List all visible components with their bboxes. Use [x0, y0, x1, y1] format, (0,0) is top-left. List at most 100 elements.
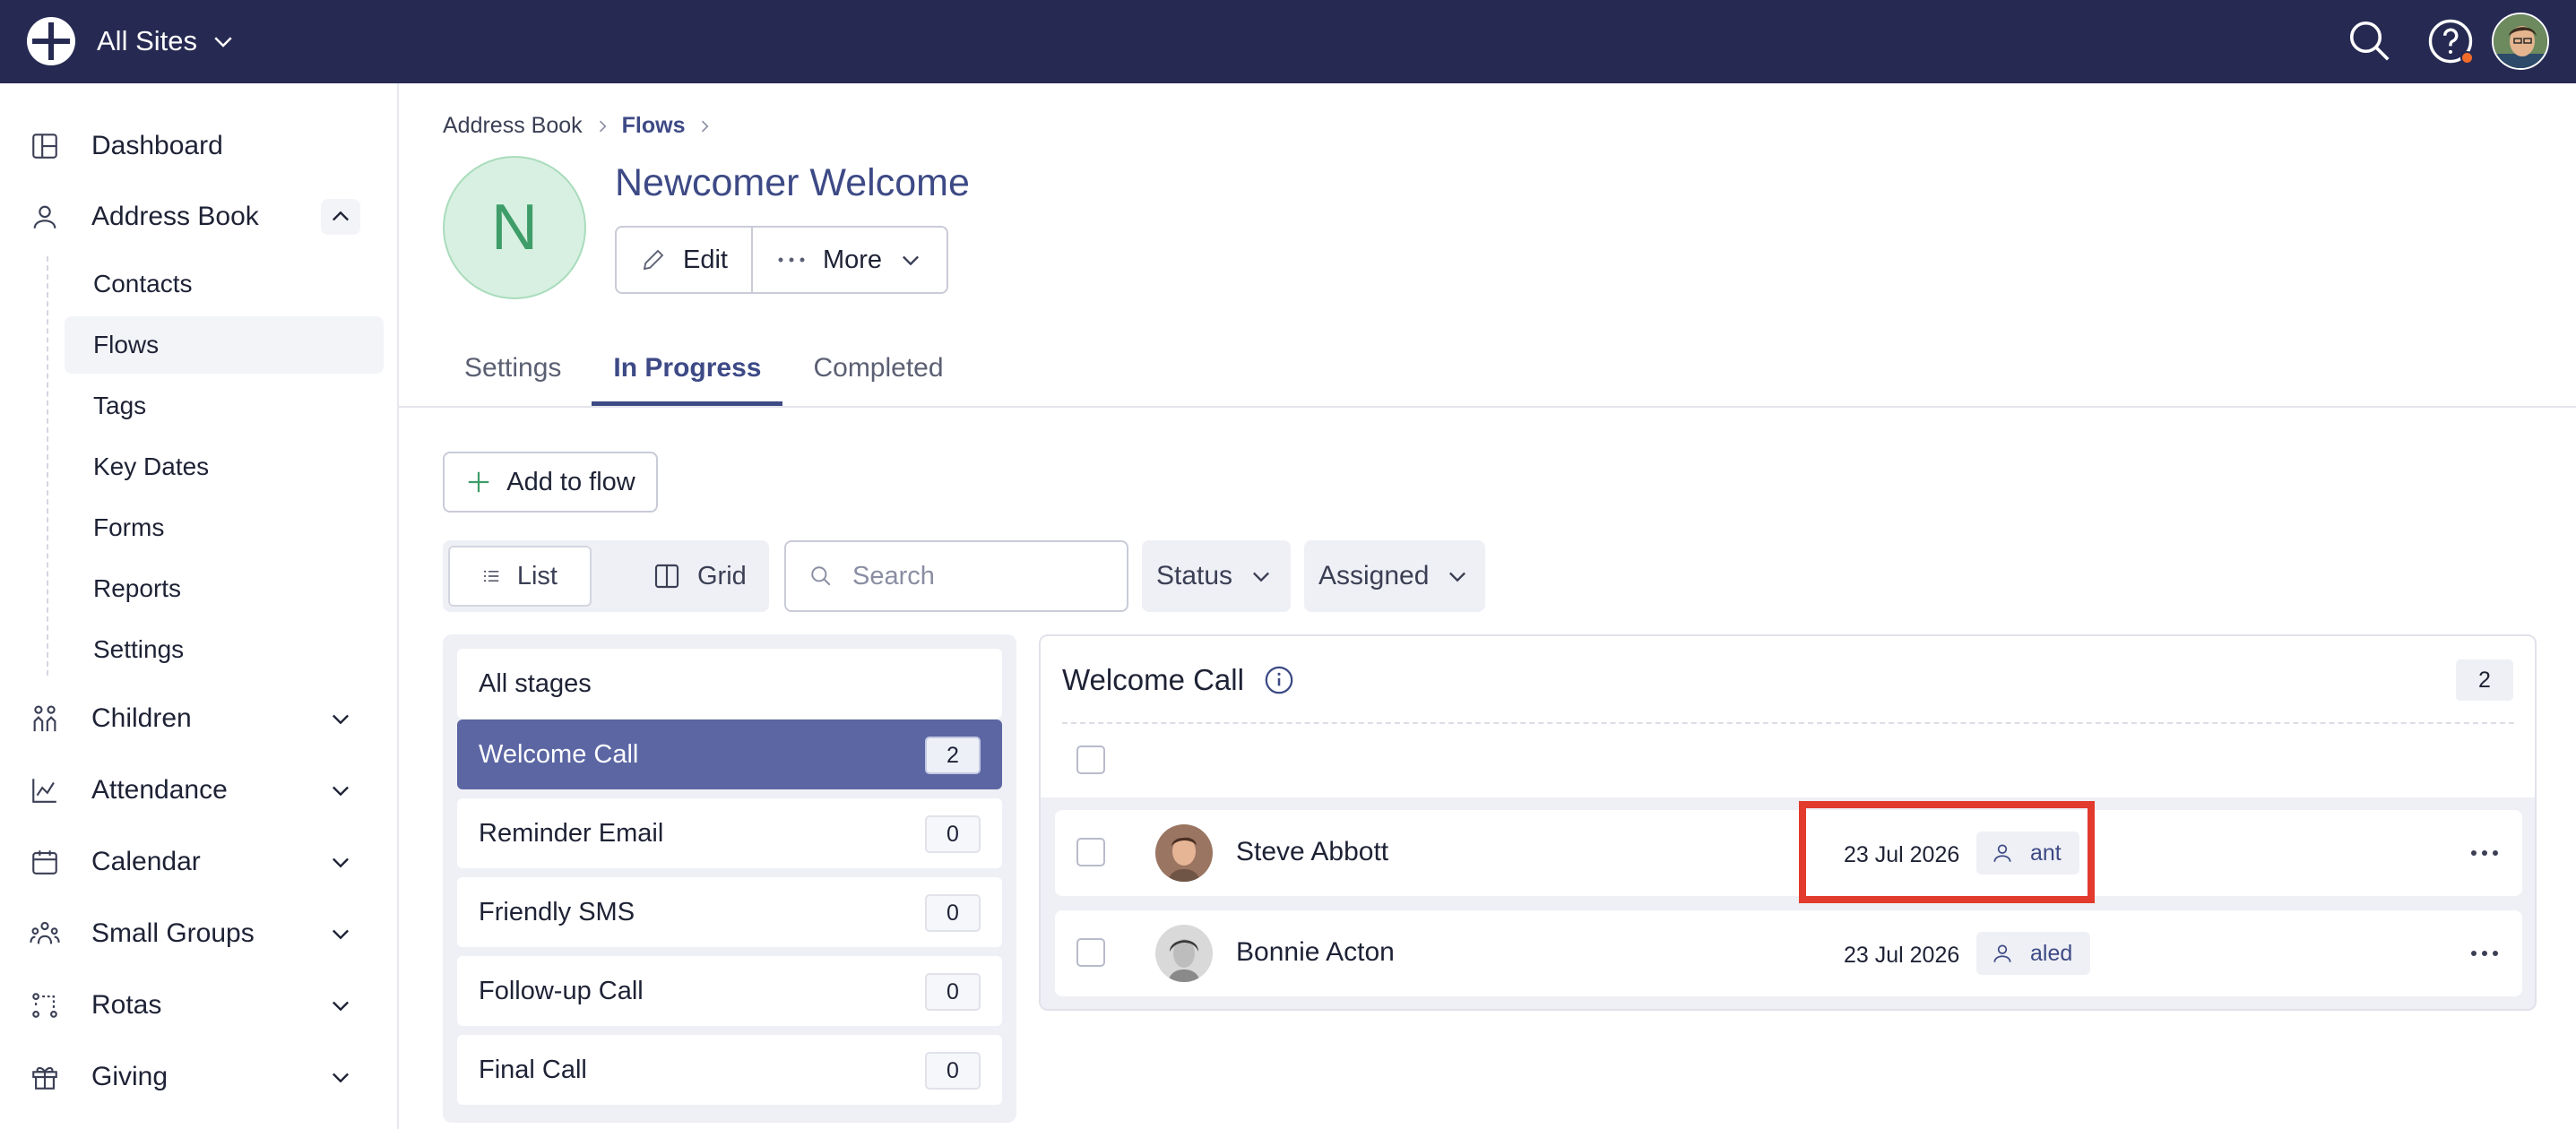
- chevron-down-icon: [1253, 572, 1270, 582]
- help-icon[interactable]: [2424, 14, 2477, 68]
- add-to-flow-label: Add to flow: [506, 467, 635, 496]
- row-more-icon[interactable]: [2465, 934, 2504, 973]
- stage-all[interactable]: All stages: [457, 649, 1002, 719]
- stage-label: Friendly SMS: [479, 897, 635, 926]
- list-view-button[interactable]: List: [448, 546, 592, 607]
- contact-name[interactable]: Steve Abbott: [1236, 837, 1388, 867]
- stage-label: All stages: [479, 668, 592, 698]
- stage-reminder-email[interactable]: Reminder Email 0: [457, 798, 1002, 868]
- row-checkbox[interactable]: [1076, 838, 1105, 866]
- grid-icon: [654, 564, 679, 589]
- sidebar-item-address-book[interactable]: Address Book: [0, 185, 399, 248]
- edit-button-label: Edit: [683, 245, 728, 274]
- sidebar-item-label: Giving: [91, 1062, 169, 1091]
- sidebar-subitem-reports[interactable]: Reports: [65, 560, 384, 617]
- search-input[interactable]: [852, 561, 1094, 591]
- table-row[interactable]: Bonnie Acton 23 Jul 2026 aled: [1055, 910, 2522, 996]
- sidebar-subitem-tags[interactable]: Tags: [65, 377, 384, 435]
- sidebar-subitem-flows[interactable]: Flows: [65, 316, 384, 374]
- sidebar-item-label: Attendance: [91, 775, 228, 805]
- chevron-down-icon: [1449, 572, 1466, 582]
- sidebar-item-attendance[interactable]: Attendance: [0, 759, 399, 822]
- groups-icon: [27, 916, 63, 952]
- grid-view-label: Grid: [697, 561, 747, 590]
- chevron-up-icon[interactable]: [321, 199, 360, 235]
- grid-view-button[interactable]: Grid: [620, 546, 779, 607]
- logo-icon[interactable]: [25, 15, 77, 67]
- chevron-down-icon[interactable]: [321, 772, 360, 808]
- stage-count: 2: [925, 737, 981, 774]
- page-title: Newcomer Welcome: [615, 161, 970, 204]
- calendar-icon: [27, 844, 63, 880]
- tab-completed[interactable]: Completed: [791, 340, 964, 407]
- more-button[interactable]: More: [750, 228, 947, 292]
- sidebar-item-label: Rotas: [91, 990, 162, 1020]
- sidebar-item-label: Small Groups: [91, 918, 255, 948]
- sidebar-item-dashboard[interactable]: Dashboard: [0, 115, 399, 177]
- row-date: 23 Jul 2026: [1844, 943, 1960, 968]
- chevron-down-icon[interactable]: [321, 1059, 360, 1095]
- stage-final-call[interactable]: Final Call 0: [457, 1035, 1002, 1105]
- stage-welcome-call[interactable]: Welcome Call 2: [457, 720, 1002, 789]
- sidebar-item-giving[interactable]: Giving: [0, 1046, 399, 1108]
- submenu-guide-line: [47, 256, 48, 676]
- list-view-label: List: [516, 561, 558, 590]
- site-switcher-label: All Sites: [97, 25, 197, 56]
- sidebar-item-children[interactable]: Children: [0, 687, 399, 750]
- stage-count: 0: [925, 973, 981, 1011]
- sidebar-item-small-groups[interactable]: Small Groups: [0, 902, 399, 965]
- sidebar-item-label: Address Book: [91, 202, 259, 231]
- chevron-down-icon[interactable]: [321, 987, 360, 1023]
- sidebar-item-label: Children: [91, 703, 192, 733]
- assigned-filter-label: Assigned: [1318, 561, 1430, 590]
- sidebar-subitem-forms[interactable]: Forms: [65, 499, 384, 556]
- pencil-icon: [643, 249, 664, 271]
- select-all-checkbox[interactable]: [1076, 745, 1105, 774]
- breadcrumb: Address Book Flows: [443, 113, 713, 139]
- top-bar: All Sites: [0, 0, 2576, 83]
- breadcrumb-flows[interactable]: Flows: [622, 113, 686, 139]
- tab-bar: Settings In Progress Completed: [443, 340, 974, 407]
- sidebar: Dashboard Address Book Contacts Flows Ta…: [0, 83, 399, 1129]
- chevron-down-icon[interactable]: [321, 701, 360, 737]
- stage-follow-up-call[interactable]: Follow-up Call 0: [457, 956, 1002, 1026]
- stage-friendly-sms[interactable]: Friendly SMS 0: [457, 877, 1002, 947]
- row-checkbox[interactable]: [1076, 938, 1105, 967]
- sidebar-subitem-settings[interactable]: Settings: [65, 621, 384, 678]
- sidebar-subitem-key-dates[interactable]: Key Dates: [65, 438, 384, 496]
- results-panel: Welcome Call 2 Steve Abbott 23 Jul 2026 …: [1039, 634, 2537, 1011]
- edit-button[interactable]: Edit: [617, 228, 751, 292]
- stage-label: Follow-up Call: [479, 976, 644, 1005]
- results-count: 2: [2456, 659, 2513, 701]
- sidebar-item-calendar[interactable]: Calendar: [0, 831, 399, 893]
- stage-label: Welcome Call: [479, 739, 639, 769]
- table-row[interactable]: Steve Abbott 23 Jul 2026 ant: [1055, 810, 2522, 896]
- row-more-icon[interactable]: [2465, 833, 2504, 873]
- rotas-icon: [27, 987, 63, 1023]
- person-icon: [27, 199, 63, 235]
- chevron-down-icon: [903, 255, 920, 266]
- gift-icon: [27, 1059, 63, 1095]
- add-to-flow-button[interactable]: Add to flow: [443, 452, 658, 513]
- status-filter[interactable]: Status: [1142, 540, 1291, 612]
- notification-dot: [2460, 51, 2474, 65]
- assignee-badge[interactable]: aled: [1976, 932, 2091, 975]
- search-icon[interactable]: [2343, 14, 2397, 68]
- info-icon[interactable]: [1264, 665, 1294, 695]
- tab-settings[interactable]: Settings: [443, 340, 583, 407]
- sidebar-item-label: Dashboard: [91, 131, 223, 160]
- assigned-filter[interactable]: Assigned: [1304, 540, 1485, 612]
- stage-label: Reminder Email: [479, 818, 664, 848]
- results-title-text: Welcome Call: [1062, 663, 1244, 696]
- contact-name[interactable]: Bonnie Acton: [1236, 937, 1395, 968]
- site-switcher[interactable]: All Sites: [97, 25, 237, 57]
- sidebar-subitem-contacts[interactable]: Contacts: [65, 255, 384, 313]
- view-toggle: List Grid: [443, 540, 769, 612]
- chevron-down-icon[interactable]: [321, 916, 360, 952]
- user-avatar[interactable]: [2492, 13, 2549, 70]
- sidebar-item-rotas[interactable]: Rotas: [0, 974, 399, 1037]
- dashboard-icon: [27, 128, 63, 164]
- tab-in-progress[interactable]: In Progress: [592, 340, 783, 407]
- chevron-down-icon[interactable]: [321, 844, 360, 880]
- breadcrumb-address-book[interactable]: Address Book: [443, 113, 583, 139]
